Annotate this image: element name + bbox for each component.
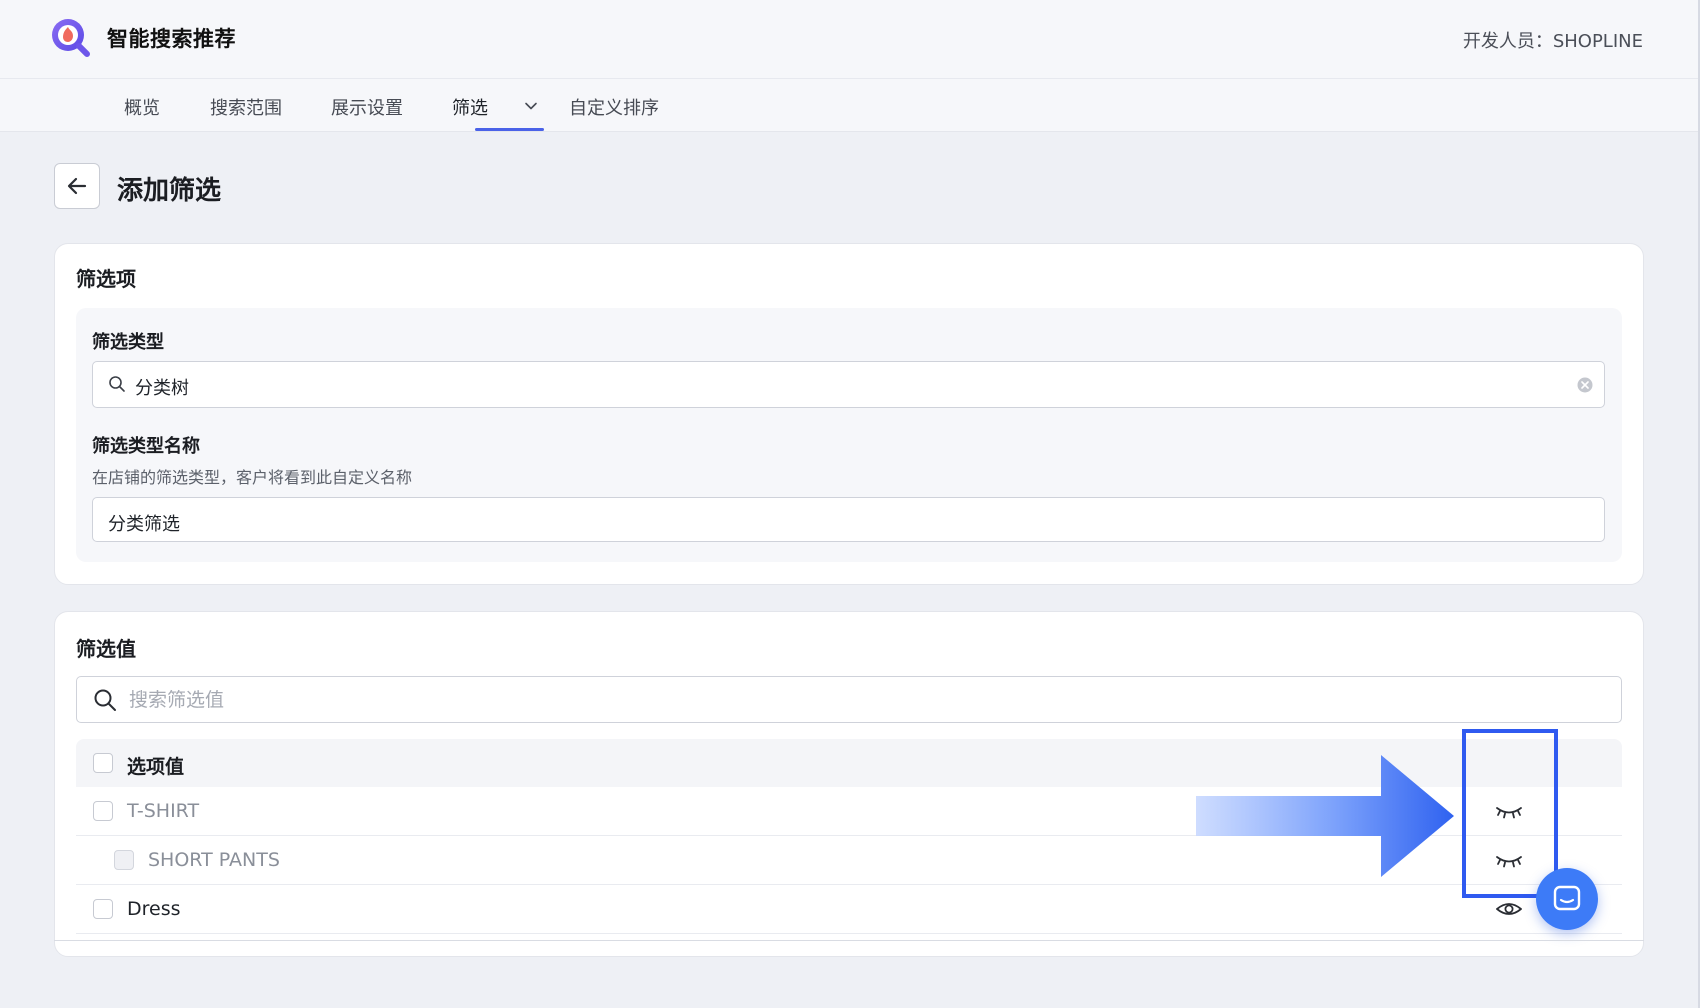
column-header-option-value: 选项值: [127, 756, 185, 778]
row-checkbox[interactable]: [93, 899, 113, 919]
app-logo-icon: [52, 19, 90, 57]
select-all-checkbox[interactable]: [93, 753, 113, 773]
divider: [54, 940, 1644, 941]
eye-icon[interactable]: [1495, 899, 1523, 919]
filter-name-label: 筛选类型名称: [92, 436, 200, 457]
row-checkbox[interactable]: [93, 801, 113, 821]
filter-type-value: 分类树: [135, 378, 189, 399]
filter-values-search-input[interactable]: [127, 685, 1591, 715]
top-bar: 智能搜索推荐 开发人员：SHOPLINE: [0, 0, 1698, 79]
tab-custom-sort[interactable]: 自定义排序: [569, 94, 659, 120]
row-label: SHORT PANTS: [148, 849, 280, 871]
row-label: Dress: [127, 898, 181, 920]
chat-button[interactable]: [1536, 868, 1598, 930]
filter-item-section-title: 筛选项: [76, 267, 136, 291]
chat-icon: [1553, 885, 1581, 911]
arrow-left-icon: [67, 177, 87, 195]
filter-values-section-title: 筛选值: [76, 637, 136, 661]
search-icon: [94, 689, 116, 711]
filter-values-search: [76, 676, 1622, 723]
filter-name-help: 在店铺的筛选类型，客户将看到此自定义名称: [92, 468, 413, 487]
tab-filter[interactable]: 筛选: [452, 94, 488, 120]
chevron-down-icon[interactable]: [523, 98, 539, 114]
filter-name-value: 分类筛选: [108, 514, 180, 535]
filter-name-input[interactable]: 分类筛选: [92, 497, 1605, 542]
annotation-arrow-icon: [1196, 755, 1454, 877]
tab-display-settings[interactable]: 展示设置: [331, 94, 403, 120]
active-tab-indicator: [475, 128, 544, 131]
filter-type-select[interactable]: 分类树: [92, 361, 1605, 408]
app-title: 智能搜索推荐: [107, 27, 236, 51]
back-button[interactable]: [54, 163, 100, 209]
search-icon: [109, 376, 125, 392]
row-label: T-SHIRT: [127, 800, 200, 822]
filter-item-card: 筛选项 筛选类型 分类树 筛选类型名称 在店铺的筛选类型，客户将看到此自定义名称…: [54, 243, 1644, 585]
clear-icon[interactable]: [1576, 376, 1594, 394]
developer-label: 开发人员：SHOPLINE: [1462, 31, 1643, 52]
tab-search-scope[interactable]: 搜索范围: [210, 94, 282, 120]
highlight-frame: [1462, 729, 1558, 898]
page-title: 添加筛选: [117, 176, 222, 206]
table-row: Dress: [76, 885, 1622, 934]
row-checkbox[interactable]: [114, 850, 134, 870]
filter-type-label: 筛选类型: [92, 332, 164, 353]
tab-overview[interactable]: 概览: [124, 94, 160, 120]
tab-bar: 概览 搜索范围 展示设置 筛选 自定义排序: [0, 79, 1698, 132]
filter-item-fields: 筛选类型 分类树 筛选类型名称 在店铺的筛选类型，客户将看到此自定义名称 分类筛…: [76, 308, 1622, 562]
